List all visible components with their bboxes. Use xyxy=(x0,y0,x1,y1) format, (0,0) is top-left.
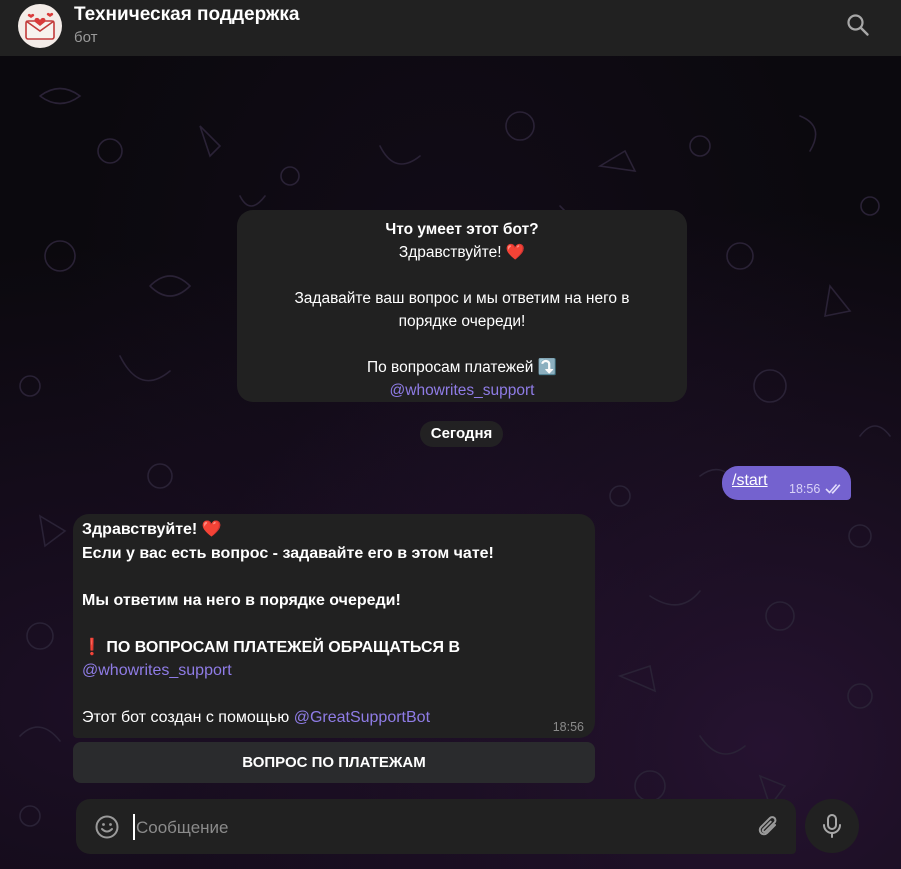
bot-info-line: Задавайте ваш вопрос и мы ответим на нег… xyxy=(294,290,630,307)
message-footer: Этот бот создан с помощью xyxy=(82,709,294,726)
bot-info-greeting: Здравствуйте! ❤️ xyxy=(398,244,526,261)
double-check-icon xyxy=(825,482,843,500)
date-separator: Сегодня xyxy=(420,421,503,447)
payments-question-button[interactable]: ВОПРОС ПО ПЛАТЕЖАМ xyxy=(73,742,595,783)
bot-info-question: Что умеет этот бот? xyxy=(385,221,539,238)
message-greeting: Здравствуйте! ❤️ xyxy=(82,521,222,538)
chat-subtitle: бот xyxy=(74,29,98,46)
bot-info-line: порядке очереди! xyxy=(398,313,526,330)
bot-info-card: Что умеет этот бот? Здравствуйте! ❤️ Зад… xyxy=(237,210,687,402)
message-input[interactable] xyxy=(134,812,738,844)
message-time: 18:56 xyxy=(552,720,584,734)
outgoing-message: /start 18:56 xyxy=(722,466,851,500)
start-command-link[interactable]: /start xyxy=(732,472,768,490)
microphone-button[interactable] xyxy=(805,799,859,853)
envelope-hearts-icon xyxy=(25,12,55,40)
bot-builder-link[interactable]: @GreatSupportBot xyxy=(294,709,430,726)
search-icon[interactable] xyxy=(845,12,871,38)
microphone-icon xyxy=(823,814,841,838)
chat-header: Техническая поддержка бот xyxy=(0,0,901,56)
support-link[interactable]: @whowrites_support xyxy=(237,379,687,402)
chat-title: Техническая поддержка xyxy=(74,4,300,25)
message-composer xyxy=(76,799,796,854)
emoji-icon[interactable] xyxy=(94,814,120,840)
message-alert: ❗ ПО ВОПРОСАМ ПЛАТЕЖЕЙ ОБРАЩАТЬСЯ В xyxy=(82,638,461,656)
message-line: Мы ответим на него в порядке очереди! xyxy=(82,591,401,609)
message-time: 18:56 xyxy=(789,482,821,496)
paperclip-icon[interactable] xyxy=(756,813,782,841)
incoming-message: Здравствуйте! ❤️ Если у вас есть вопрос … xyxy=(73,514,595,738)
avatar[interactable] xyxy=(18,4,62,48)
message-line: Если у вас есть вопрос - задавайте его в… xyxy=(82,544,494,562)
support-link[interactable]: @whowrites_support xyxy=(82,659,494,683)
bot-info-payments: По вопросам платежей ⤵️ xyxy=(366,359,558,376)
